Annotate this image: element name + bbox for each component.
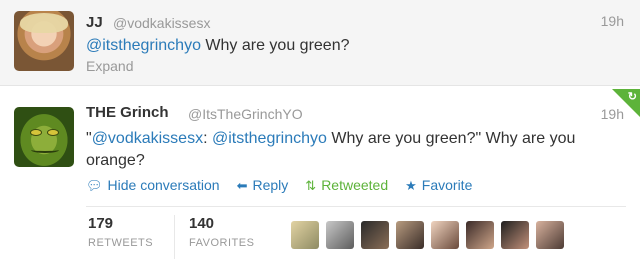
favoriter-avatar[interactable] bbox=[291, 221, 319, 249]
avatar[interactable] bbox=[14, 107, 74, 167]
avatar[interactable] bbox=[14, 11, 74, 71]
favoriter-avatar[interactable] bbox=[396, 221, 424, 249]
favoriter-avatar[interactable] bbox=[361, 221, 389, 249]
retweet-corner-glyph: ↻ bbox=[627, 91, 637, 103]
stats-separator bbox=[174, 215, 175, 259]
tweet-text: "@vodkakissesx: @itsthegrinchyo Why are … bbox=[86, 128, 626, 172]
favorites-stat[interactable]: 140 FAVORITES bbox=[189, 215, 254, 249]
retweeted-button[interactable]: ⇅ Retweeted bbox=[305, 175, 388, 195]
star-icon: ★ bbox=[405, 177, 417, 193]
tweet-author-handle[interactable]: @ItsTheGrinchYO bbox=[188, 106, 303, 122]
tweet-author-name[interactable]: THE Grinch bbox=[86, 104, 169, 121]
stats-divider bbox=[86, 206, 626, 207]
tweet-grinch[interactable]: THE Grinch @ItsTheGrinchYO 19h ↻ "@vodka… bbox=[0, 87, 640, 265]
retweets-label: RETWEETS bbox=[88, 237, 154, 249]
expand-link[interactable]: Expand bbox=[86, 58, 133, 74]
tweet-text-body: Why are you green? bbox=[200, 37, 350, 54]
speech-bubble-icon: 💬︎ bbox=[86, 177, 103, 193]
hide-conversation-button[interactable]: 💬︎ Hide conversation bbox=[86, 175, 220, 195]
tweet-author-name[interactable]: JJ bbox=[86, 14, 103, 31]
retweets-count: 179 bbox=[88, 215, 114, 232]
retweet-icon: ⇅ bbox=[305, 177, 317, 193]
favorite-button[interactable]: ★ Favorite bbox=[405, 175, 472, 195]
favoriter-avatar[interactable] bbox=[501, 221, 529, 249]
hide-conversation-label: Hide conversation bbox=[107, 177, 220, 193]
favorites-count: 140 bbox=[189, 215, 215, 232]
favoriter-avatar[interactable] bbox=[326, 221, 354, 249]
favorite-label: Favorite bbox=[421, 177, 473, 193]
mention-link[interactable]: @vodkakissesx bbox=[92, 130, 203, 147]
tweet-text: @itsthegrinchyo Why are you green? bbox=[86, 37, 350, 55]
retweets-stat[interactable]: 179 RETWEETS bbox=[88, 215, 153, 249]
reply-label: Reply bbox=[252, 177, 289, 193]
tweet-jj[interactable]: JJ @vodkakissesx 19h @itsthegrinchyo Why… bbox=[0, 0, 640, 86]
tweet-text-separator: : bbox=[203, 130, 212, 147]
avatar-mouth bbox=[31, 147, 59, 153]
avatar-eye bbox=[47, 129, 59, 136]
favoriter-avatar[interactable] bbox=[536, 221, 564, 249]
favoriter-avatar[interactable] bbox=[466, 221, 494, 249]
retweeted-label: Retweeted bbox=[321, 177, 389, 193]
tweet-timestamp[interactable]: 19h bbox=[601, 13, 624, 29]
favorites-label: FAVORITES bbox=[189, 237, 255, 249]
favoriters-avatars bbox=[291, 221, 571, 249]
mention-link[interactable]: @itsthegrinchyo bbox=[86, 37, 201, 54]
favoriter-avatar[interactable] bbox=[431, 221, 459, 249]
avatar-eye bbox=[30, 129, 42, 136]
tweet-author-handle[interactable]: @vodkakissesx bbox=[113, 15, 210, 31]
reply-button[interactable]: ⬅ Reply bbox=[237, 175, 289, 195]
mention-link[interactable]: @itsthegrinchyo bbox=[212, 130, 327, 147]
reply-arrow-icon: ⬅ bbox=[236, 177, 248, 193]
tweet-actions: 💬︎ Hide conversation ⬅ Reply ⇅ Retweeted… bbox=[86, 175, 489, 195]
